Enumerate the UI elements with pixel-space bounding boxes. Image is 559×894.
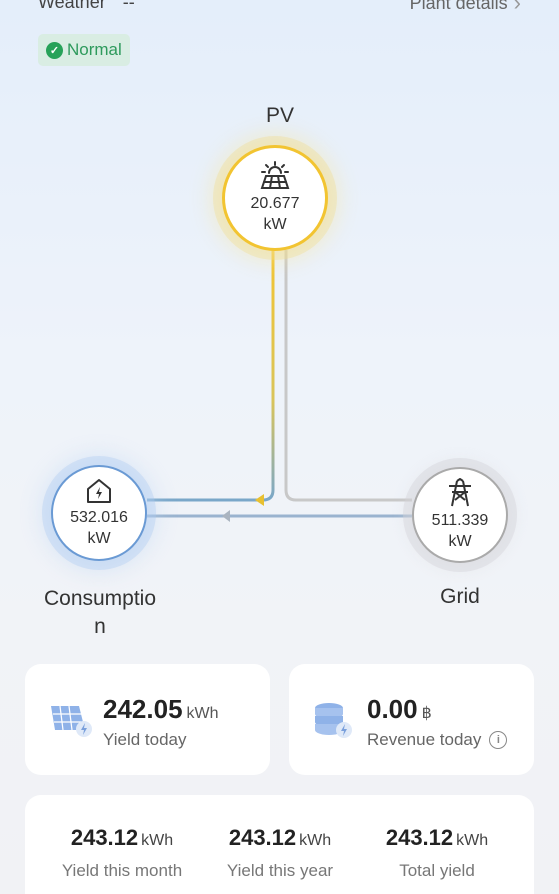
- solar-panel-icon: [260, 161, 290, 189]
- yield-month-unit: kWh: [141, 832, 174, 849]
- grid-unit: kW: [448, 533, 472, 550]
- solar-panel-icon: [51, 705, 92, 737]
- total-yield-stat[interactable]: 243.12 kWh Total yield: [352, 825, 522, 881]
- yield-month-stat[interactable]: 243.12 kWh Yield this month: [37, 825, 207, 881]
- consumption-label-line1: Consumptio: [43, 587, 157, 610]
- flow-arrow-pv: [255, 494, 264, 506]
- revenue-today-value-row: 0.00 ฿: [367, 694, 432, 725]
- total-yield-unit: kWh: [456, 832, 489, 849]
- grid-node[interactable]: 511.339 kW: [412, 467, 508, 563]
- yield-year-label: Yield this year: [226, 861, 334, 880]
- total-yield-value: 243.12: [385, 825, 454, 850]
- consumption-unit: kW: [87, 530, 111, 547]
- consumption-value: 532.016: [70, 509, 128, 526]
- pv-to-consumption-line: [147, 250, 275, 502]
- revenue-today-card[interactable]: 0.00 ฿ Revenue today i: [289, 664, 534, 775]
- pv-value: 20.677: [250, 195, 300, 212]
- yield-totals-card: 243.12 kWh Yield this month 243.12 kWh Yie…: [25, 795, 534, 894]
- pv-node[interactable]: 20.677 kW: [222, 145, 328, 251]
- revenue-today-label-row: Revenue today i: [367, 730, 508, 750]
- home-power-icon: [87, 479, 111, 503]
- yield-today-card[interactable]: 242.05 kWh Yield today: [25, 664, 270, 775]
- coin-stack-icon: [315, 703, 352, 738]
- yield-month-label: Yield this month: [61, 861, 183, 880]
- info-icon[interactable]: i: [489, 731, 508, 749]
- yield-today-value: 242.05: [103, 694, 183, 724]
- grid-label: Grid: [440, 585, 480, 608]
- revenue-today-label: Revenue today: [367, 730, 482, 749]
- yield-month-value: 243.12: [70, 825, 139, 850]
- pv-unit: kW: [263, 216, 287, 233]
- yield-today-value-row: 242.05 kWh: [103, 694, 219, 725]
- consumption-label-line2: n: [94, 615, 106, 638]
- yield-today-unit: kWh: [186, 705, 219, 722]
- consumption-node[interactable]: 532.016 kW: [51, 465, 147, 561]
- yield-year-stat[interactable]: 243.12 kWh Yield this year: [195, 825, 365, 881]
- flow-arrow-grid: [222, 510, 230, 522]
- yield-year-value: 243.12: [228, 825, 297, 850]
- consumption-label: Consumptio n: [20, 585, 180, 641]
- grid-value: 511.339: [431, 512, 489, 529]
- pv-to-grid-line: [284, 250, 412, 502]
- revenue-today-value: 0.00: [367, 694, 418, 724]
- pv-label: PV: [265, 104, 294, 127]
- revenue-today-unit: ฿: [421, 705, 432, 722]
- power-tower-icon: [449, 478, 471, 507]
- total-yield-label: Total yield: [399, 861, 475, 880]
- yield-today-label: Yield today: [103, 730, 187, 749]
- yield-year-unit: kWh: [299, 832, 332, 849]
